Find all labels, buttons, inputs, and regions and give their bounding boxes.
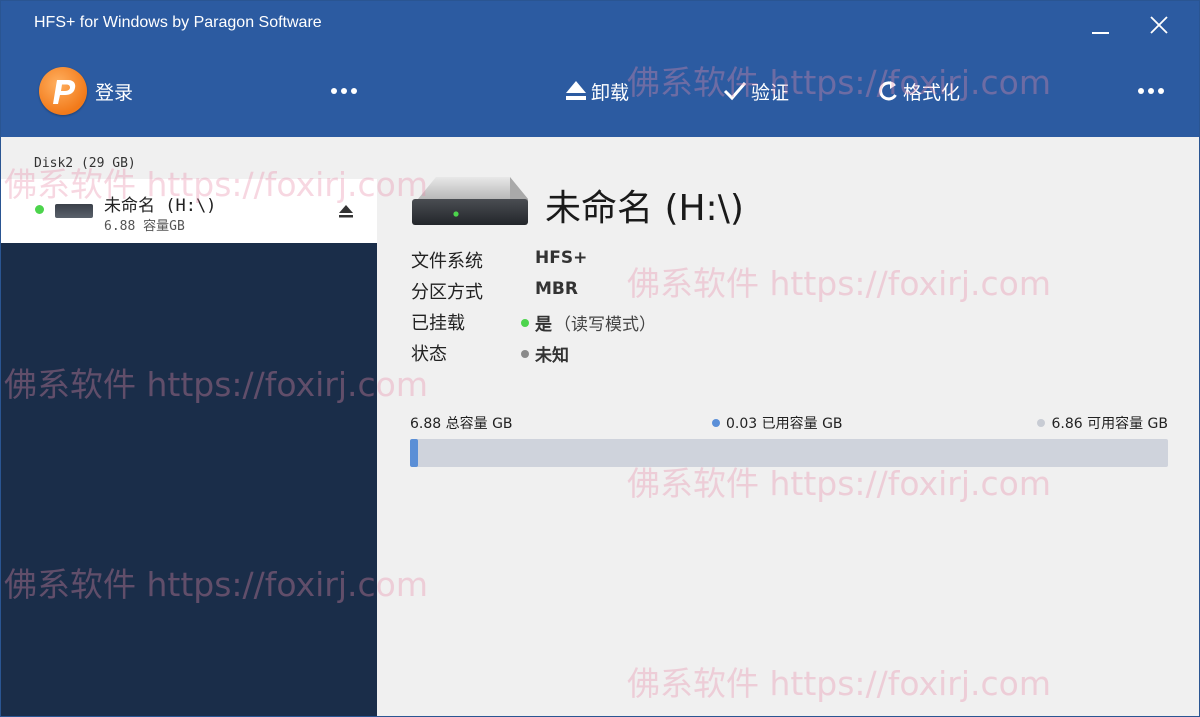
capacity-usage: 6.88 总容量 GB 0.03 已用容量 GB 6.86 可用容量 GB (410, 411, 1168, 471)
unmount-button[interactable]: 卸载 (565, 75, 629, 107)
free-capacity: 6.86 可用容量 GB (1037, 413, 1168, 433)
header-bar: HFS+ for Windows by Paragon Software 登录 (1, 1, 1199, 137)
status-value: 未知 (521, 341, 569, 366)
used-capacity-text: 0.03 已用容量 GB (726, 416, 843, 432)
eject-icon (339, 205, 353, 218)
volume-list-item[interactable]: 未命名 (H:\) 6.88 容量GB (1, 179, 377, 243)
property-value: 未知 (535, 346, 569, 366)
capacity-bar (410, 439, 1168, 467)
dot-icon (1138, 88, 1144, 94)
capacity-bar-used (410, 439, 418, 467)
paragon-logo-icon (39, 67, 87, 115)
property-key: 文件系统 (411, 251, 483, 272)
volume-name: 未命名 (H:\) (104, 196, 217, 216)
property-key: 分区方式 (411, 282, 483, 303)
dot-icon (341, 88, 347, 94)
close-icon (1150, 16, 1168, 34)
free-capacity-text: 6.86 可用容量 GB (1051, 416, 1168, 432)
close-button[interactable] (1141, 7, 1177, 43)
property-extra: （读写模式） (554, 315, 656, 335)
property-row: 已挂载 是 （读写模式） (411, 309, 911, 337)
drive-icon (55, 204, 93, 218)
verify-button[interactable]: 验证 (723, 75, 789, 107)
property-value: MBR (535, 279, 578, 299)
dot-icon (1148, 88, 1154, 94)
dot-icon (1158, 88, 1164, 94)
mounted-value: 是 （读写模式） (521, 310, 656, 335)
property-key: 状态 (411, 344, 447, 365)
sidebar: Disk2 (29 GB) 未命名 (H:\) 6.88 容量GB (1, 137, 377, 716)
property-key: 已挂载 (411, 313, 465, 334)
app-window: HFS+ for Windows by Paragon Software 登录 (0, 0, 1200, 717)
dot-icon (351, 88, 357, 94)
more-options-right-button[interactable] (1138, 81, 1164, 101)
mounted-status-dot (35, 205, 44, 214)
unmount-label: 卸载 (591, 81, 630, 104)
format-button[interactable]: 格式化 (877, 75, 960, 107)
property-value: 是 (535, 315, 552, 335)
property-row: 分区方式 MBR (411, 278, 911, 306)
window-title: HFS+ for Windows by Paragon Software (34, 14, 322, 31)
disk-header[interactable]: Disk2 (29 GB) (1, 137, 377, 179)
more-options-left-button[interactable] (331, 81, 357, 101)
verify-label: 验证 (751, 81, 790, 104)
checkmark-icon (723, 82, 747, 101)
hard-drive-icon (412, 177, 528, 225)
minimize-button[interactable] (1083, 7, 1119, 43)
login-label: 登录 (95, 81, 134, 104)
property-row: 文件系统 HFS+ (411, 247, 911, 275)
dot-icon (331, 88, 337, 94)
eject-volume-button[interactable] (338, 203, 354, 219)
property-row: 状态 未知 (411, 340, 911, 368)
free-legend-dot (1037, 419, 1046, 427)
eject-icon (566, 81, 586, 100)
format-label: 格式化 (903, 81, 961, 104)
used-capacity: 0.03 已用容量 GB (712, 413, 843, 433)
property-value: HFS+ (535, 248, 588, 268)
refresh-icon (879, 81, 897, 101)
status-dot (521, 349, 529, 358)
login-button[interactable]: 登录 (39, 65, 133, 117)
volume-title: 未命名 (H:\) (545, 188, 744, 229)
used-legend-dot (712, 419, 720, 427)
volume-size: 6.88 容量GB (104, 219, 185, 234)
disk-label: Disk2 (29 GB) (34, 156, 136, 171)
main-panel: 未命名 (H:\) 文件系统 HFS+ 分区方式 MBR 已挂载 是 （读写模式… (377, 137, 1199, 716)
total-capacity: 6.88 总容量 GB (410, 416, 513, 432)
mounted-status-dot (521, 318, 529, 327)
